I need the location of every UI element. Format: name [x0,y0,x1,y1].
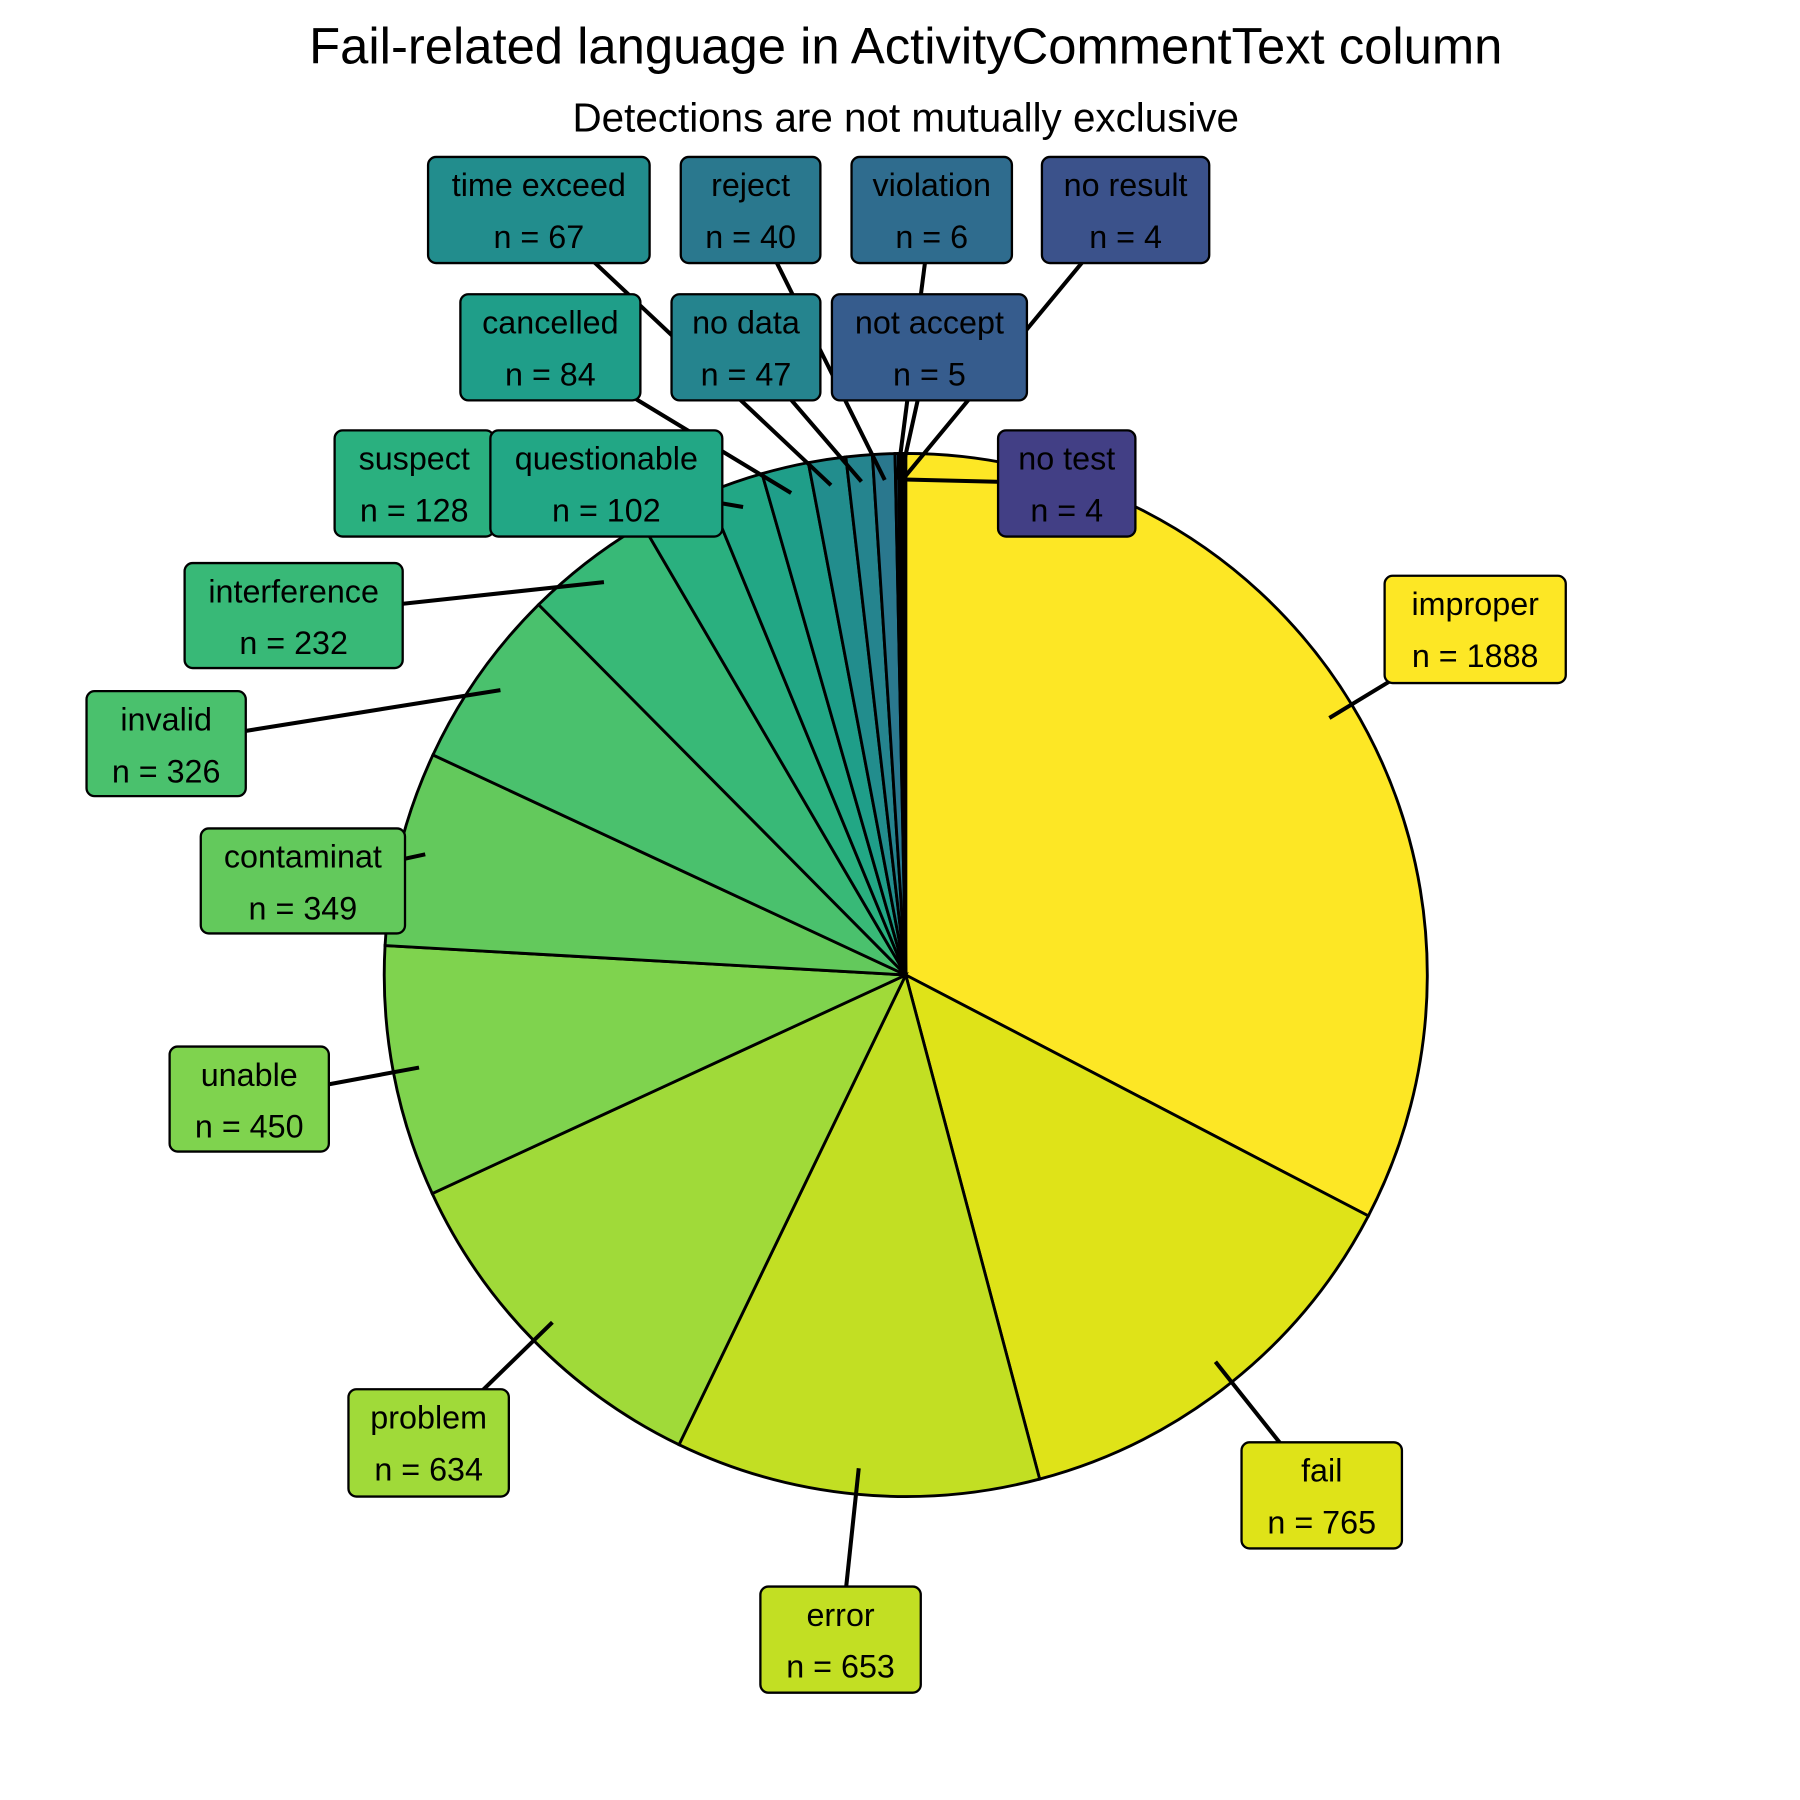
label-name: time exceed [452,167,626,203]
slice-label-suspect: suspect n = 128 [333,429,495,538]
chart-subtitle: Detections are not mutually exclusive [573,95,1240,141]
slice-label-violation: violation n = 6 [850,155,1014,265]
label-value: n = 326 [112,753,221,789]
slice-label-error: error n = 653 [759,1585,922,1694]
slice-label-questionable: questionable n = 102 [489,429,724,538]
slice-label-no-test: no test n = 4 [996,429,1137,538]
label-name: no test [1018,441,1115,477]
label-value: n = 634 [374,1451,483,1487]
label-value: n = 67 [493,219,584,255]
slice-label-interference: interference n = 232 [183,561,404,670]
label-value: n = 102 [552,493,661,529]
label-value: n = 765 [1267,1504,1376,1540]
label-name: contaminat [224,839,382,875]
chart-title: Fail-related language in ActivityComment… [309,17,1502,74]
label-value: n = 349 [249,891,358,927]
label-name: not accept [855,304,1004,340]
label-name: problem [370,1399,487,1435]
slice-label-cancelled: cancelled n = 84 [459,293,642,402]
label-value: n = 84 [505,356,596,392]
slice-label-contaminat: contaminat n = 349 [199,827,407,935]
slice-label-problem: problem n = 634 [347,1388,510,1498]
slice-label-improper: improper n = 1888 [1383,574,1567,685]
label-name: unable [201,1057,298,1093]
slice-label-no-result: no result n = 4 [1040,155,1211,265]
label-value: n = 5 [893,356,966,392]
slice-label-no-data: no data n = 47 [670,293,822,402]
label-value: n = 6 [895,219,968,255]
slice-label-fail: fail n = 765 [1240,1441,1404,1550]
label-value: n = 450 [195,1109,304,1145]
label-value: n = 40 [705,219,796,255]
label-name: suspect [359,441,470,477]
label-name: violation [872,167,991,203]
label-name: invalid [120,701,212,737]
label-value: n = 4 [1030,493,1103,529]
label-value: n = 4 [1089,219,1162,255]
slice-label-time-exceed: time exceed n = 67 [426,155,651,265]
label-name: no data [692,304,800,340]
label-name: error [806,1597,874,1633]
label-name: questionable [515,441,698,477]
label-value: n = 47 [701,356,792,392]
label-value: n = 128 [360,493,469,529]
slice-label-invalid: invalid n = 326 [85,689,247,798]
label-value: n = 1888 [1412,638,1539,674]
label-value: n = 232 [239,625,348,661]
slice-label-reject: reject n = 40 [679,155,822,265]
label-value: n = 653 [786,1649,895,1685]
label-name: no result [1064,167,1188,203]
label-name: interference [208,573,379,609]
slice-label-not-accept: not accept n = 5 [830,293,1029,402]
label-name: fail [1301,1453,1342,1489]
label-name: improper [1411,586,1539,622]
label-name: cancelled [482,304,618,340]
pie-chart: Fail-related language in ActivityComment… [85,17,1567,1694]
slice-label-unable: unable n = 450 [168,1045,330,1153]
label-name: reject [711,167,790,203]
